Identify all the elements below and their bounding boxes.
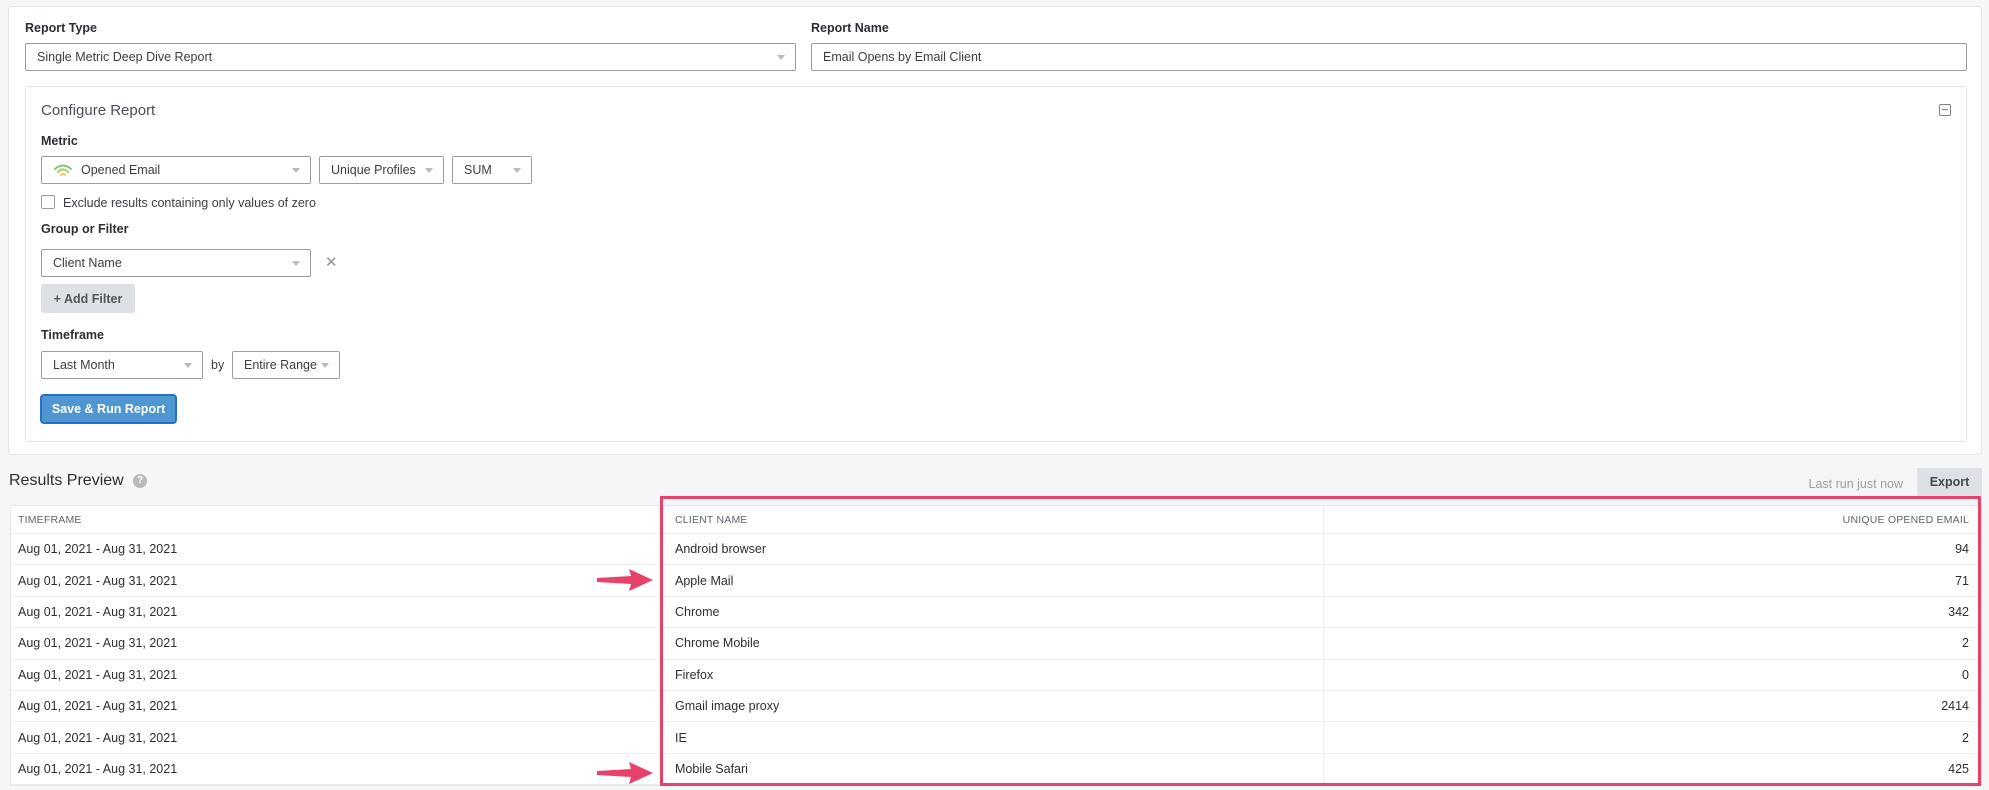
by-label: by [211,358,225,372]
results-table: TIMEFRAME CLIENT NAME UNIQUE OPENED EMAI… [10,505,1982,787]
client-name-cell: Mobile Safari [675,761,748,776]
client-name-cell: IE [675,730,687,745]
chevron-down-icon [184,363,192,368]
results-preview-title: Results Preview [9,472,124,489]
timeframe-cell: Aug 01, 2021 - Aug 31, 2021 [18,573,178,588]
value-cell: 94 [1955,542,1969,557]
exclude-zero-checkbox[interactable] [41,195,55,209]
chevron-down-icon [321,363,329,368]
value-cell: 71 [1955,573,1969,588]
table-row: Aug 01, 2021 - Aug 31, 2021 IE 2 [11,722,1981,754]
column-header-timeframe[interactable]: TIMEFRAME [18,514,82,526]
add-filter-button[interactable]: + Add Filter [41,284,135,313]
function-select[interactable]: SUM [452,156,532,184]
report-type-label: Report Type [25,21,97,35]
report-settings-card: Report Type Single Metric Deep Dive Repo… [8,6,1982,455]
email-open-signal-icon [53,163,73,177]
value-cell: 2 [1962,730,1969,745]
client-name-cell: Android browser [675,542,767,557]
report-type-select[interactable]: Single Metric Deep Dive Report [25,43,796,71]
report-type-value: Single Metric Deep Dive Report [37,50,213,64]
chevron-down-icon [425,168,433,173]
timeframe-label: Timeframe [41,328,104,342]
timeframe-cell: Aug 01, 2021 - Aug 31, 2021 [18,636,178,651]
save-run-report-button[interactable]: Save & Run Report [40,394,177,424]
metric-label: Metric [41,134,78,148]
value-cell: 0 [1962,667,1969,682]
timeframe-cell: Aug 01, 2021 - Aug 31, 2021 [18,730,178,745]
timeframe-range-value: Last Month [53,358,115,372]
arrow-annotation-icon [597,762,653,784]
table-row: Aug 01, 2021 - Aug 31, 2021 Mobile Safar… [11,754,1981,786]
table-row: Aug 01, 2021 - Aug 31, 2021 Chrome 342 [11,597,1981,629]
configure-report-panel: Configure Report Metric Opened Email Uni… [25,86,1967,442]
column-header-client-name[interactable]: CLIENT NAME [675,514,748,526]
timeframe-cell: Aug 01, 2021 - Aug 31, 2021 [18,699,178,714]
last-run-status: Last run just now [1808,477,1904,491]
group-by-select[interactable]: Client Name [41,249,311,277]
report-name-input[interactable]: Email Opens by Email Client [811,43,1967,71]
value-cell: 425 [1948,761,1969,776]
metric-event-value: Opened Email [81,163,161,177]
value-cell: 342 [1948,604,1969,619]
aggregation-type-select[interactable]: Unique Profiles [319,156,444,184]
chevron-down-icon [513,168,521,173]
table-row: Aug 01, 2021 - Aug 31, 2021 Gmail image … [11,691,1981,723]
exclude-zero-label: Exclude results containing only values o… [63,196,316,210]
function-value: SUM [464,163,492,177]
chevron-down-icon [292,261,300,266]
timeframe-range-select[interactable]: Last Month [41,351,203,379]
client-name-cell: Apple Mail [675,573,734,588]
question-circle-icon[interactable]: ? [133,474,147,488]
column-header-unique-opened-email[interactable]: UNIQUE OPENED EMAIL [1843,514,1969,526]
client-name-cell: Chrome [675,604,720,619]
value-cell: 2414 [1941,699,1969,714]
client-name-cell: Chrome Mobile [675,636,760,651]
timeframe-cell: Aug 01, 2021 - Aug 31, 2021 [18,604,178,619]
group-filter-label: Group or Filter [41,222,129,236]
minus-square-icon[interactable] [1939,104,1951,116]
metric-event-select[interactable]: Opened Email [41,156,311,184]
timeframe-interval-value: Entire Range [244,358,317,372]
value-cell: 2 [1962,636,1969,651]
timeframe-cell: Aug 01, 2021 - Aug 31, 2021 [18,667,178,682]
table-header-row: TIMEFRAME CLIENT NAME UNIQUE OPENED EMAI… [11,506,1981,534]
timeframe-cell: Aug 01, 2021 - Aug 31, 2021 [18,761,178,776]
timeframe-interval-select[interactable]: Entire Range [232,351,340,379]
report-name-label: Report Name [811,21,889,35]
group-by-value: Client Name [53,256,122,270]
table-row: Aug 01, 2021 - Aug 31, 2021 Apple Mail 7… [11,565,1981,597]
close-icon[interactable]: ✕ [325,255,338,270]
chevron-down-icon [292,168,300,173]
report-name-value: Email Opens by Email Client [823,50,982,64]
configure-report-title: Configure Report [41,102,156,119]
table-row: Aug 01, 2021 - Aug 31, 2021 Android brow… [11,534,1981,566]
table-row: Aug 01, 2021 - Aug 31, 2021 Chrome Mobil… [11,628,1981,660]
table-row: Aug 01, 2021 - Aug 31, 2021 Firefox 0 [11,660,1981,691]
arrow-annotation-icon [597,569,653,591]
export-button[interactable]: Export [1917,468,1982,496]
timeframe-cell: Aug 01, 2021 - Aug 31, 2021 [18,542,178,557]
chevron-down-icon [777,55,785,60]
client-name-cell: Firefox [675,667,714,682]
aggregation-type-value: Unique Profiles [331,163,416,177]
client-name-cell: Gmail image proxy [675,699,780,714]
